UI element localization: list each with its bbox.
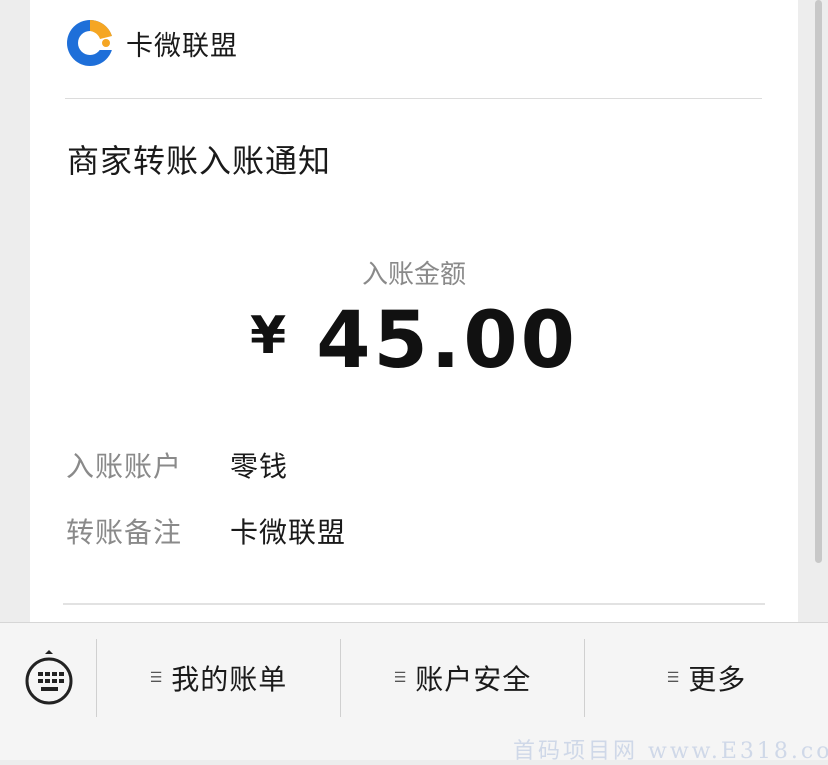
menu-my-bills[interactable]: ☰ 我的账单 (97, 639, 340, 717)
brand-name: 卡微联盟 (126, 30, 238, 62)
detail-key: 转账备注 (66, 516, 183, 549)
currency-symbol: ¥ (250, 306, 287, 366)
detail-key: 入账账户 (66, 450, 183, 483)
message-card: 卡微联盟 商家转账入账通知 入账金额 ¥45.00 入账账户 零钱 转账备注 卡… (30, 0, 798, 622)
scrollbar[interactable] (815, 0, 822, 563)
brand-logo-icon (67, 19, 116, 66)
detail-value: 零钱 (230, 450, 289, 483)
keyboard-toggle-button[interactable] (20, 649, 78, 707)
brand-header[interactable]: 卡微联盟 (66, 18, 238, 68)
detail-value: 卡微联盟 (230, 516, 347, 549)
header-divider (65, 98, 762, 99)
amount-value: 45.00 (316, 296, 578, 386)
content-divider (63, 603, 765, 605)
menu-account-security[interactable]: ☰ 账户安全 (341, 639, 584, 717)
notice-title: 商家转账入账通知 (67, 142, 332, 180)
watermark: 首码项目网 www.E318.com (513, 739, 828, 764)
detail-row-remark: 转账备注 卡微联盟 (66, 511, 346, 551)
menu-lines-icon: ☰ (149, 670, 164, 686)
menu-label: 更多 (688, 663, 747, 696)
menu-lines-icon: ☰ (666, 670, 681, 686)
keyboard-icon (25, 650, 73, 705)
menu-lines-icon: ☰ (393, 670, 408, 686)
menu-label: 账户安全 (415, 663, 532, 696)
detail-row-account: 入账账户 零钱 (66, 445, 288, 485)
amount-label: 入账金额 (361, 260, 466, 290)
menu-more[interactable]: ☰ 更多 (585, 639, 828, 717)
amount-display: ¥45.00 (30, 296, 798, 386)
menu-label: 我的账单 (171, 663, 288, 696)
